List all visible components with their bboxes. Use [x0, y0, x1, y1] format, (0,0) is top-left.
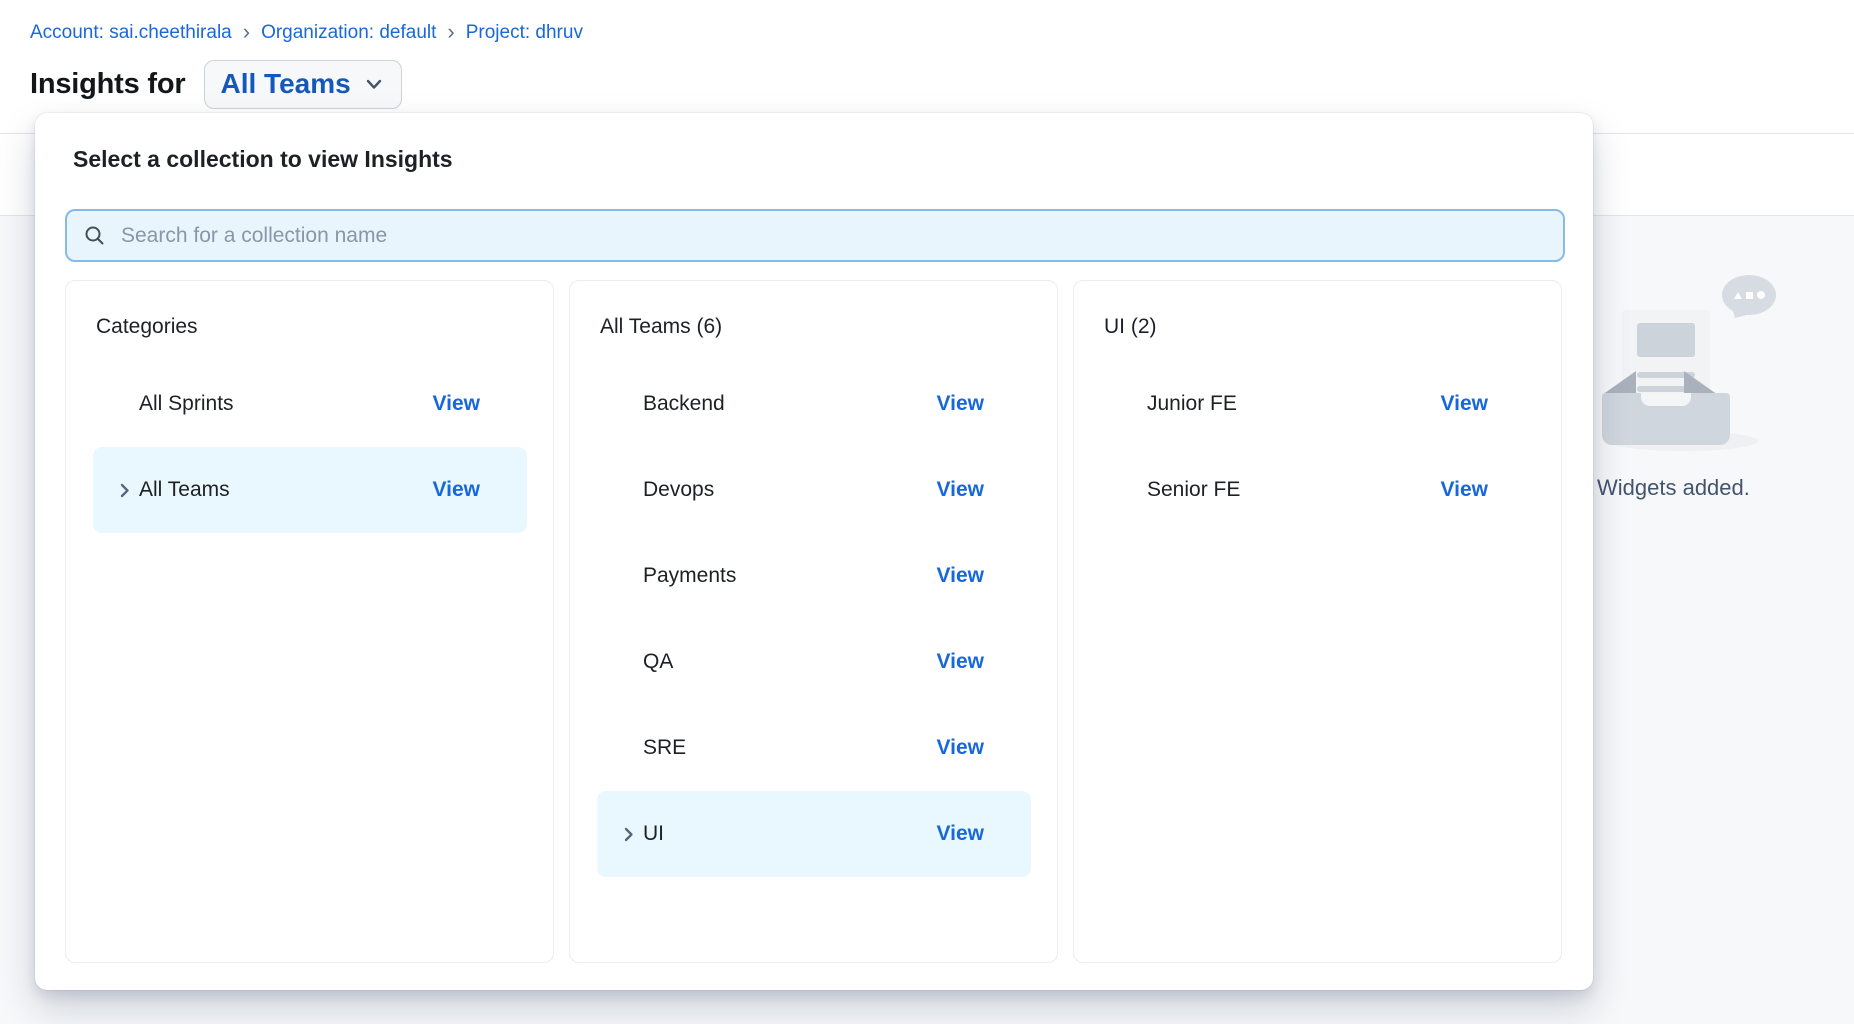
- panel-body: Backend View Devops View Payments View Q…: [570, 361, 1057, 877]
- view-link[interactable]: View: [937, 650, 984, 674]
- breadcrumb-link[interactable]: Account: sai.cheethirala: [30, 22, 232, 44]
- collection-row[interactable]: All Sprints View: [93, 361, 527, 447]
- collection-name: Devops: [643, 478, 714, 502]
- view-link[interactable]: View: [937, 736, 984, 760]
- breadcrumb: Account: sai.cheethirala › Organization: d…: [30, 22, 583, 44]
- collection-dropdown-button[interactable]: All Teams: [204, 60, 402, 109]
- collection-row[interactable]: Payments View: [597, 533, 1031, 619]
- collection-row[interactable]: UI View: [597, 791, 1031, 877]
- square-glyph: [1746, 292, 1753, 299]
- view-link[interactable]: View: [937, 392, 984, 416]
- view-link[interactable]: View: [937, 478, 984, 502]
- heading-row: Insights for All Teams: [30, 58, 402, 110]
- collection-panel: UI (2) Junior FE View Senior FE View: [1073, 280, 1562, 963]
- collection-panel: Categories All Sprints View All Teams Vi…: [65, 280, 554, 963]
- page-title: Insights for: [30, 68, 186, 101]
- chevron-right-icon: [115, 447, 134, 533]
- empty-state: Widgets added.: [1590, 225, 1854, 535]
- collection-name: Backend: [643, 392, 725, 416]
- circle-glyph: [1757, 291, 1765, 299]
- collection-name: All Sprints: [139, 392, 234, 416]
- collection-name: Junior FE: [1147, 392, 1237, 416]
- chevron-right-icon: [619, 791, 638, 877]
- inbox-tray-icon: [1602, 393, 1730, 445]
- breadcrumb-separator-icon: ›: [447, 22, 454, 41]
- collection-dropdown-label: All Teams: [221, 68, 351, 100]
- panel-header: UI (2): [1104, 314, 1561, 340]
- collection-name: Payments: [643, 564, 736, 588]
- view-link[interactable]: View: [1441, 392, 1488, 416]
- collection-picker-modal: Select a collection to view Insights Cat…: [35, 113, 1593, 990]
- breadcrumb-separator-icon: ›: [243, 22, 250, 41]
- collection-row[interactable]: Backend View: [597, 361, 1031, 447]
- panel-body: All Sprints View All Teams View: [66, 361, 553, 533]
- collection-row[interactable]: Devops View: [597, 447, 1031, 533]
- search-input[interactable]: [119, 223, 1547, 249]
- view-link[interactable]: View: [937, 564, 984, 588]
- collection-columns: Categories All Sprints View All Teams Vi…: [65, 280, 1562, 963]
- view-link[interactable]: View: [433, 478, 480, 502]
- insights-page: Widgets added. Account: sai.cheethirala ›…: [0, 0, 1854, 1024]
- collection-row[interactable]: Senior FE View: [1101, 447, 1535, 533]
- modal-title: Select a collection to view Insights: [73, 146, 453, 173]
- search-icon: [83, 224, 106, 247]
- search-field: [65, 209, 1565, 262]
- inbox-tray-notch: [1641, 393, 1691, 406]
- collection-row[interactable]: Junior FE View: [1101, 361, 1535, 447]
- view-link[interactable]: View: [433, 392, 480, 416]
- chevron-down-icon: [363, 73, 385, 95]
- document-image-block: [1637, 323, 1695, 357]
- collection-name: All Teams: [139, 478, 230, 502]
- collection-row[interactable]: QA View: [597, 619, 1031, 705]
- speech-bubble-icon: [1722, 275, 1776, 315]
- collection-name: Senior FE: [1147, 478, 1240, 502]
- inbox-flap-left: [1602, 371, 1636, 395]
- panel-body: Junior FE View Senior FE View: [1074, 361, 1561, 533]
- triangle-glyph: [1734, 292, 1742, 299]
- empty-state-text: Widgets added.: [1597, 475, 1750, 501]
- breadcrumb-link[interactable]: Organization: default: [261, 22, 436, 44]
- collection-row[interactable]: SRE View: [597, 705, 1031, 791]
- view-link[interactable]: View: [937, 822, 984, 846]
- view-link[interactable]: View: [1441, 478, 1488, 502]
- collection-name: QA: [643, 650, 673, 674]
- collection-panel: All Teams (6) Backend View Devops View P…: [569, 280, 1058, 963]
- collection-row[interactable]: All Teams View: [93, 447, 527, 533]
- collection-name: UI: [643, 822, 664, 846]
- breadcrumb-link[interactable]: Project: dhruv: [466, 22, 583, 44]
- panel-header: All Teams (6): [600, 314, 1057, 340]
- collection-name: SRE: [643, 736, 686, 760]
- panel-header: Categories: [96, 314, 553, 340]
